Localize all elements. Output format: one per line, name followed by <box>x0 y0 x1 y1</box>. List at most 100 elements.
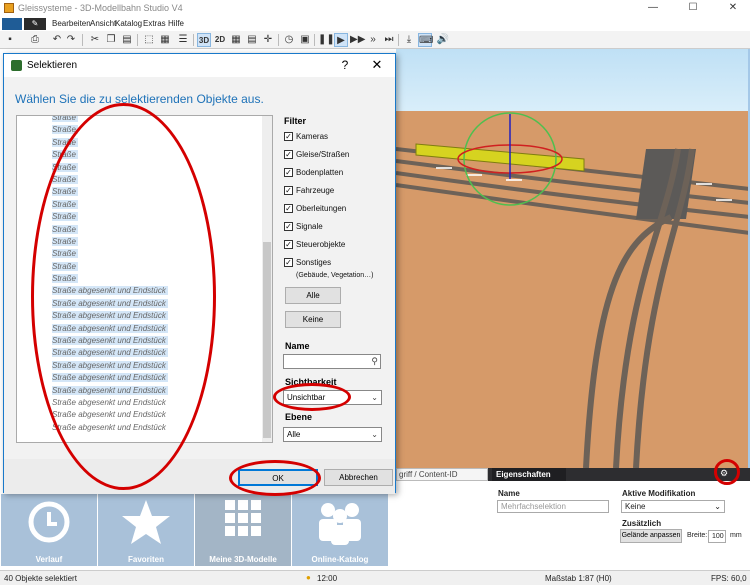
list-item[interactable]: Straße <box>17 211 272 223</box>
file-menu-button[interactable] <box>2 18 22 30</box>
close-window-button[interactable]: ✕ <box>720 2 746 15</box>
clock-icon[interactable]: ◷ <box>282 33 296 47</box>
view-2d-button[interactable]: 2D <box>213 33 227 47</box>
list-item[interactable]: Straße <box>17 273 272 285</box>
keyboard-icon[interactable]: ⌨ <box>418 33 433 47</box>
ok-button[interactable]: OK <box>238 469 318 486</box>
list-item[interactable]: Straße <box>17 236 272 248</box>
redo-icon[interactable]: ↷ <box>64 33 78 47</box>
faster-icon[interactable]: » <box>366 33 380 47</box>
cut-icon[interactable]: ✂ <box>88 33 102 47</box>
catalog-tile-my-models[interactable]: Meine 3D-Modelle <box>195 494 291 566</box>
filter-checkbox[interactable]: ✓ Sonstiges <box>284 258 331 270</box>
name-search-input[interactable]: ⚲ <box>283 354 381 369</box>
filter-checkbox[interactable]: ✓ Gleise/Straßen <box>284 150 349 162</box>
filter-checkbox[interactable]: ✓ Steuerobjekte <box>284 240 345 252</box>
select-none-button[interactable]: Keine <box>285 311 341 328</box>
speaker-icon[interactable]: 🔊 <box>436 33 450 47</box>
list-item[interactable]: Straße <box>17 186 272 198</box>
filter-checkbox[interactable]: ✓ Oberleitungen <box>284 204 346 216</box>
list-item[interactable]: Straße abgesenkt und Endstück <box>17 285 272 297</box>
list-item[interactable]: Straße abgesenkt und Endstück <box>17 397 272 409</box>
menu-ansicht[interactable]: Ansicht <box>90 19 116 28</box>
list-item[interactable]: Straße <box>17 199 272 211</box>
list-item[interactable]: Straße abgesenkt und Endstück <box>17 372 272 384</box>
list-item[interactable]: Straße abgesenkt und Endstück <box>17 422 272 434</box>
visibility-select[interactable]: Unsichtbar ⌄ <box>283 390 382 405</box>
pause-icon[interactable]: ❚❚ <box>318 33 335 47</box>
undo-icon[interactable]: ↶ <box>50 33 64 47</box>
list-item[interactable]: Straße <box>17 261 272 273</box>
checkbox-icon[interactable]: ✓ <box>284 132 293 142</box>
terrain-adjust-button[interactable]: Gelände anpassen <box>620 529 682 543</box>
filter-checkbox[interactable]: ✓ Fahrzeuge <box>284 186 334 198</box>
checkbox-icon[interactable]: ✓ <box>284 150 293 160</box>
menu-katalog[interactable]: Katalog <box>115 19 142 28</box>
object-list[interactable]: Straße Straße Straße Straße Straße Straße Stra… <box>16 115 273 443</box>
list-item[interactable]: Straße abgesenkt und Endstück <box>17 385 272 397</box>
checkbox-icon[interactable]: ✓ <box>284 240 293 250</box>
play-icon[interactable]: ▶ <box>334 33 348 47</box>
menu-hilfe[interactable]: Hilfe <box>168 19 184 28</box>
list-item[interactable]: Straße <box>17 248 272 260</box>
list-item[interactable]: Straße <box>17 124 272 136</box>
help-button[interactable]: ? <box>338 58 352 72</box>
catalog-tile-favorites[interactable]: Favoriten <box>98 494 194 566</box>
filter-checkbox[interactable]: ✓ Signale <box>284 222 323 234</box>
list-scrollbar[interactable] <box>262 116 272 442</box>
list-item[interactable]: Straße <box>17 174 272 186</box>
list-item[interactable]: Straße <box>17 116 272 124</box>
save-icon[interactable]: ▪ <box>3 33 17 47</box>
list-item[interactable]: Straße <box>17 149 272 161</box>
grid-icon[interactable]: ▦ <box>229 33 243 47</box>
list-item[interactable]: Straße abgesenkt und Endstück <box>17 335 272 347</box>
filter-checkbox[interactable]: ✓ Bodenplatten <box>284 168 343 180</box>
maximize-button[interactable]: ☐ <box>680 2 706 15</box>
list-item[interactable]: Straße abgesenkt und Endstück <box>17 360 272 372</box>
list-icon[interactable]: ☰ <box>176 33 190 47</box>
copy-icon[interactable]: ❐ <box>104 33 118 47</box>
crosshair-icon[interactable]: ✛ <box>261 33 275 47</box>
layers-icon[interactable]: ▤ <box>245 33 259 47</box>
dialog-close-button[interactable]: ✕ <box>370 57 384 73</box>
catalog-tile-history[interactable]: Verlauf <box>1 494 97 566</box>
cancel-button[interactable]: Abbrechen <box>324 469 393 486</box>
select-all-button[interactable]: Alle <box>285 287 341 304</box>
skip-end-icon[interactable]: ⏭ <box>382 33 396 47</box>
menu-extras[interactable]: Extras <box>143 19 166 28</box>
list-item[interactable]: Straße abgesenkt und Endstück <box>17 323 272 335</box>
layer-select[interactable]: Alle ⌄ <box>283 427 382 442</box>
active-mod-select[interactable]: Keine ⌄ <box>621 500 725 513</box>
checkbox-icon[interactable]: ✓ <box>284 258 293 268</box>
print-icon[interactable]: ⎙ <box>28 33 42 47</box>
download-icon[interactable]: ⤓ <box>402 33 416 47</box>
list-item[interactable]: Straße <box>17 162 272 174</box>
select-icon[interactable]: ▦ <box>158 33 172 47</box>
list-item[interactable]: Straße abgesenkt und Endstück <box>17 298 272 310</box>
list-item[interactable]: Straße <box>17 137 272 149</box>
checkbox-icon[interactable]: ✓ <box>284 168 293 178</box>
view-3d-button[interactable]: 3D <box>197 33 211 47</box>
select-area-icon[interactable]: ⬚ <box>142 33 156 47</box>
checkbox-icon[interactable]: ✓ <box>284 222 293 232</box>
panel-settings-icon[interactable]: ⚙ <box>717 468 731 481</box>
minimize-button[interactable]: — <box>640 2 666 15</box>
list-item[interactable]: Straße abgesenkt und Endstück <box>17 310 272 322</box>
edit-mode-button[interactable]: ✎ <box>24 18 46 30</box>
width-input[interactable]: 100 <box>708 530 726 543</box>
list-item[interactable]: Straße abgesenkt und Endstück <box>17 409 272 421</box>
checkbox-icon[interactable]: ✓ <box>284 204 293 214</box>
checkbox-icon[interactable]: ✓ <box>284 186 293 196</box>
3d-viewport[interactable] <box>396 49 750 468</box>
list-scroll-thumb[interactable] <box>263 242 271 438</box>
prop-name-input[interactable]: Mehrfachselektion <box>497 500 609 513</box>
list-item[interactable]: Straße <box>17 224 272 236</box>
calendar-icon[interactable]: ▣ <box>298 33 312 47</box>
fast-forward-icon[interactable]: ▶▶ <box>350 33 365 47</box>
filter-checkbox[interactable]: ✓ Kameras <box>284 132 328 144</box>
catalog-tile-online[interactable]: Online-Katalog <box>292 494 388 566</box>
paste-icon[interactable]: ▤ <box>120 33 134 47</box>
tab-properties[interactable]: Eigenschaften ⚙ ⑂ <box>492 468 566 492</box>
list-item[interactable]: Straße abgesenkt und Endstück <box>17 347 272 359</box>
content-id-field[interactable]: griff / Content-ID <box>396 468 488 481</box>
